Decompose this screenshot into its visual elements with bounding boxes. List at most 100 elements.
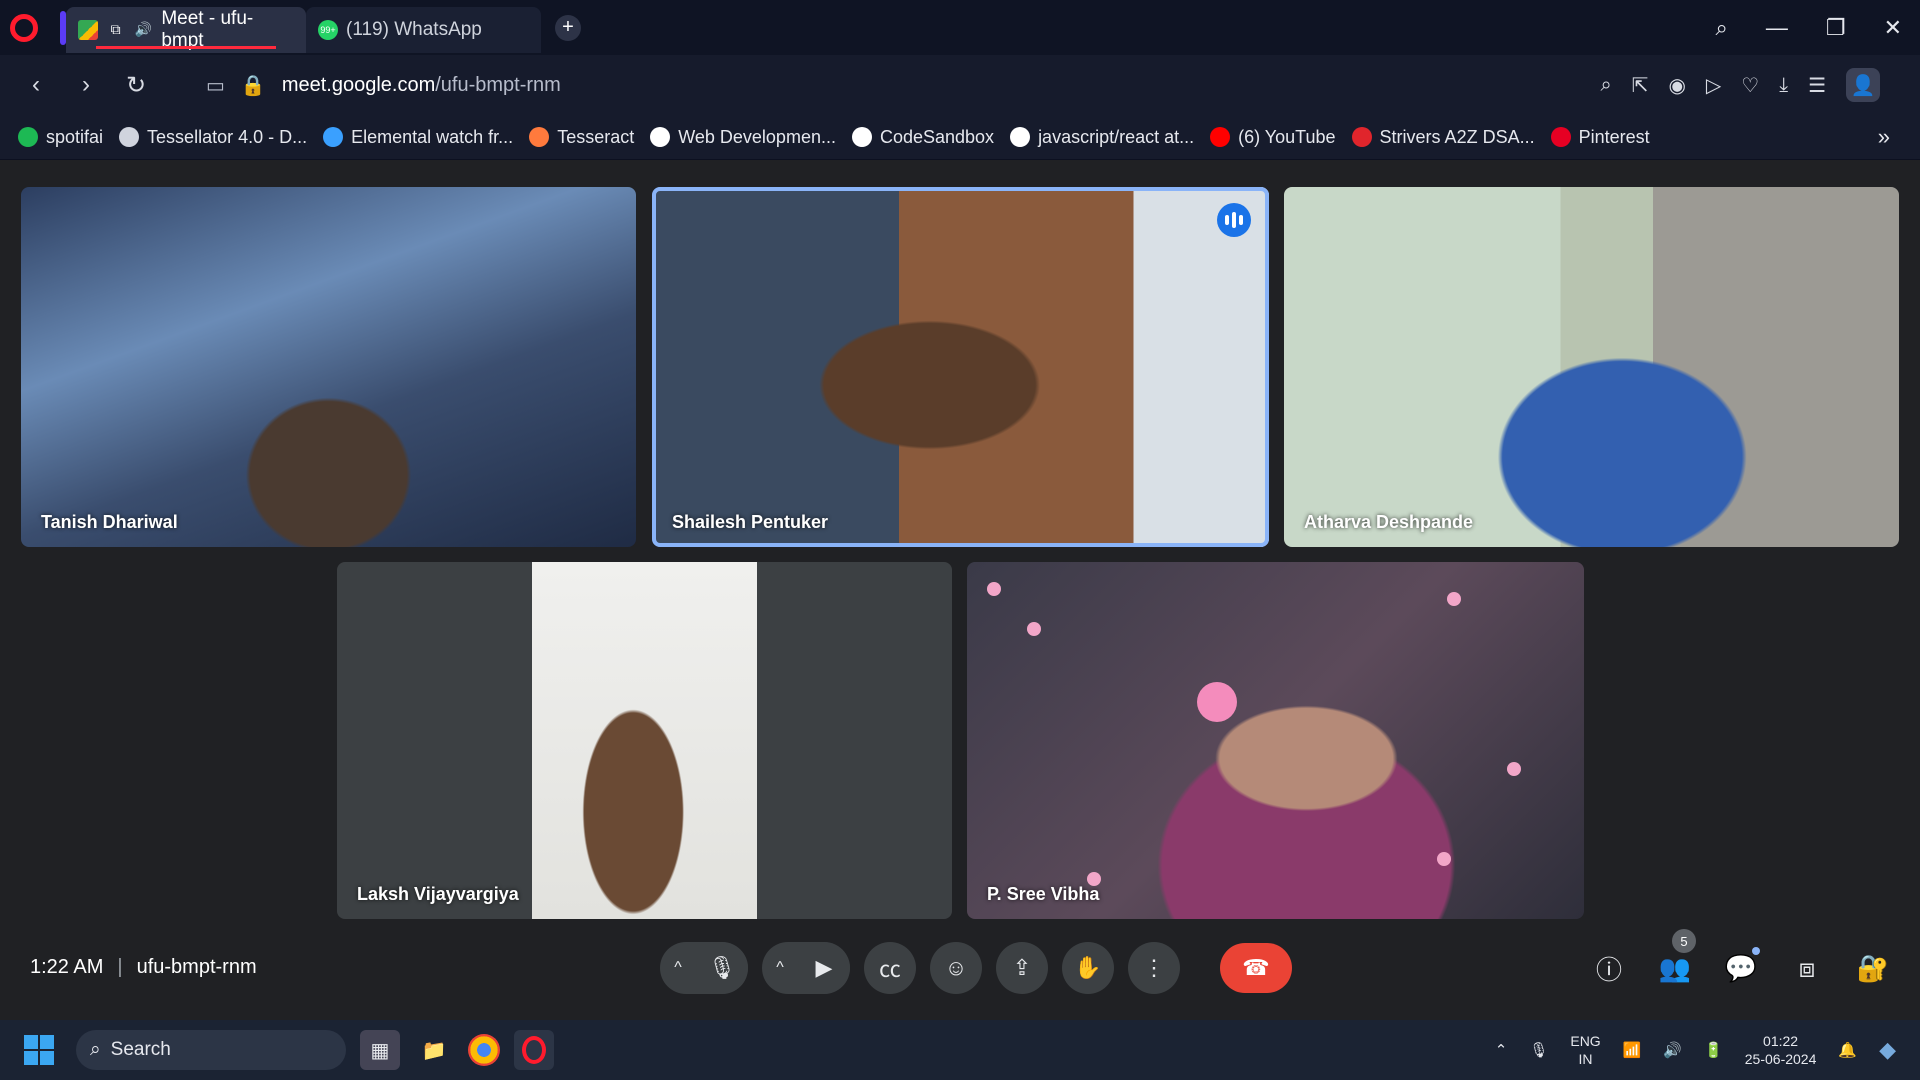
bookmark-item[interactable]: Tesseract — [529, 127, 634, 148]
region-code: IN — [1578, 1051, 1593, 1067]
tray-overflow-chevron-icon[interactable]: ⌃ — [1495, 1041, 1508, 1059]
tab-whatsapp[interactable]: 99+ (119) WhatsApp — [306, 6, 541, 53]
share-icon[interactable]: ⇱ — [1632, 73, 1649, 98]
whatsapp-icon: 99+ — [318, 19, 338, 40]
bookmark-label: Elemental watch fr... — [351, 126, 514, 147]
url-path: /ufu-bmpt-rnm — [435, 73, 561, 96]
chrome-icon[interactable] — [468, 1034, 500, 1066]
bookmark-favicon-icon — [529, 127, 550, 147]
bookmark-label: Tesseract — [557, 126, 635, 147]
participant-tile[interactable]: Shailesh Pentuker — [652, 187, 1269, 547]
participant-tile[interactable]: Atharva Deshpande — [1284, 187, 1899, 547]
taskbar-search[interactable]: ⌕ Search — [76, 1030, 346, 1070]
search-tabs-icon[interactable]: ⌕ — [1716, 15, 1728, 41]
bookmark-item[interactable]: CodeSandbox — [851, 127, 994, 148]
host-controls-icon[interactable]: 🔐 — [1856, 953, 1890, 984]
forward-button[interactable]: › — [66, 71, 106, 99]
meet-control-bar: 1:22 AM | ufu-bmpt-rnm ^ 🎙 ^ ▶ ㏄ ☺ ⇪ ✋ ⋮… — [0, 920, 1920, 1020]
opera-logo-icon[interactable] — [10, 13, 38, 42]
meet-stage: Tanish Dhariwal Shailesh Pentuker Atharv… — [0, 160, 1920, 1020]
tray-microphone-icon[interactable]: 🎙 — [1529, 1041, 1548, 1059]
wifi-icon[interactable]: 📶 — [1623, 1041, 1642, 1059]
audio-options-chevron-icon[interactable]: ^ — [660, 959, 696, 977]
bookmarks-bar: spotifai Tessellator 4.0 - D... Elemental … — [0, 115, 1920, 160]
heart-icon[interactable]: ♡ — [1741, 73, 1759, 98]
raise-hand-icon[interactable]: ✋ — [1062, 942, 1114, 994]
bookmark-item[interactable]: spotifai — [18, 127, 103, 148]
camera-icon[interactable]: ▶ — [798, 942, 850, 994]
close-window-button[interactable]: ✕ — [1884, 15, 1902, 41]
activities-icon[interactable]: ⧈ — [1790, 953, 1824, 985]
participant-tile[interactable]: P. Sree Vibha — [967, 562, 1584, 919]
more-options-icon[interactable]: ⋮ — [1128, 942, 1180, 994]
video-options-chevron-icon[interactable]: ^ — [762, 959, 798, 977]
url-host: meet.google.com — [281, 73, 436, 96]
bookmark-item[interactable]: javascript/react at... — [1010, 127, 1194, 148]
bookmark-favicon-icon — [1210, 127, 1231, 147]
bookmark-item[interactable]: Strivers A2Z DSA... — [1351, 126, 1535, 148]
clock-date: 25-06-2024 — [1744, 1051, 1817, 1067]
microphone-icon[interactable]: 🎙 — [696, 942, 748, 994]
people-count-badge: 5 — [1672, 929, 1696, 953]
bookmark-favicon-icon — [650, 127, 671, 147]
chat-icon[interactable]: 💬 — [1724, 947, 1760, 984]
chat-notification-dot — [1752, 947, 1760, 955]
new-tab-button[interactable]: + — [555, 14, 581, 41]
windows-taskbar: ⌕ Search ▦ 📁 ⌃ 🎙 ENG IN 📶 🔊 🔋 01:22 25-0… — [0, 1020, 1920, 1080]
file-explorer-icon[interactable]: 📁 — [414, 1030, 454, 1070]
minimize-button[interactable]: — — [1766, 15, 1788, 41]
bookmark-item[interactable]: Web Developmen... — [650, 127, 836, 148]
participant-tile[interactable]: Tanish Dhariwal — [21, 187, 636, 547]
speaker-icon[interactable]: 🔊 — [134, 20, 154, 40]
back-button[interactable]: ‹ — [16, 71, 56, 99]
people-icon[interactable]: 👥 5 — [1658, 929, 1696, 984]
easy-setup-icon[interactable]: ☰ — [1808, 73, 1826, 98]
bookmark-favicon-icon — [18, 127, 38, 147]
profile-icon[interactable]: 👤 — [1846, 68, 1880, 102]
send-icon[interactable]: ▷ — [1706, 73, 1721, 98]
bookmark-item[interactable]: (6) YouTube — [1210, 127, 1336, 148]
meeting-details-icon[interactable]: ⓘ — [1592, 950, 1626, 987]
camera-permission-icon[interactable]: ▭ — [206, 73, 225, 98]
battery-icon[interactable]: 🔋 — [1704, 1041, 1723, 1059]
lock-icon[interactable]: 🔒 — [241, 73, 266, 98]
participant-tile[interactable]: Laksh Vijayvargiya — [337, 562, 952, 919]
calculator-icon[interactable]: ▦ — [360, 1030, 400, 1070]
speaking-indicator-icon — [1217, 203, 1251, 237]
volume-icon[interactable]: 🔊 — [1663, 1041, 1682, 1059]
clock-time: 01:22 — [1763, 1033, 1799, 1049]
copilot-icon[interactable]: ◆ — [1879, 1037, 1896, 1063]
bookmarks-overflow-icon[interactable]: » — [1878, 124, 1890, 150]
bookmark-label: Strivers A2Z DSA... — [1379, 126, 1535, 147]
camera-control: ^ ▶ — [762, 942, 850, 994]
reload-button[interactable]: ↻ — [116, 71, 156, 100]
windows-start-icon[interactable] — [24, 1035, 54, 1065]
download-icon[interactable]: ⤓ — [1779, 74, 1788, 97]
restore-button[interactable]: ❐ — [1826, 15, 1846, 41]
emoji-reaction-icon[interactable]: ☺ — [930, 942, 982, 994]
picture-in-picture-icon[interactable]: ⧉ — [106, 20, 126, 40]
tab-meet[interactable]: ⧉ 🔊 Meet - ufu-bmpt — [66, 6, 306, 53]
search-label: Search — [110, 1039, 171, 1060]
language-indicator[interactable]: ENG IN — [1570, 1032, 1600, 1068]
bookmark-favicon-icon — [119, 127, 140, 147]
system-clock[interactable]: 01:22 25-06-2024 — [1745, 1032, 1817, 1068]
search-icon: ⌕ — [90, 1039, 101, 1060]
snapshot-icon[interactable]: ◉ — [1668, 73, 1685, 98]
lens-search-icon[interactable]: ⌕ — [1600, 74, 1611, 97]
bookmark-item[interactable]: Pinterest — [1550, 127, 1650, 148]
participant-name: Shailesh Pentuker — [672, 512, 829, 532]
bookmark-item[interactable]: Tessellator 4.0 - D... — [119, 127, 307, 148]
participant-name: P. Sree Vibha — [987, 884, 1100, 904]
notification-bell-icon[interactable]: 🔔 — [1838, 1041, 1857, 1059]
bookmark-favicon-icon — [1550, 127, 1571, 147]
end-call-button[interactable]: ☎ — [1220, 943, 1292, 993]
bookmark-item[interactable]: Elemental watch fr... — [323, 127, 513, 148]
participant-video — [532, 562, 757, 919]
opera-taskbar-icon[interactable] — [514, 1030, 554, 1070]
bookmark-label: javascript/react at... — [1038, 126, 1195, 147]
present-screen-icon[interactable]: ⇪ — [996, 942, 1048, 994]
captions-icon[interactable]: ㏄ — [864, 942, 916, 994]
url-field[interactable]: ▭ 🔒 meet.google.com/ufu-bmpt-rnm — [206, 73, 561, 98]
tab-title: Meet - ufu-bmpt — [161, 7, 254, 51]
